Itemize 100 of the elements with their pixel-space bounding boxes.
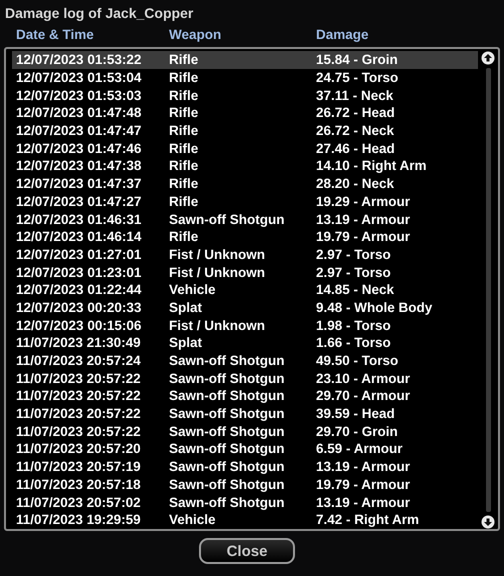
table-cell-text: 11/07/2023 20:57:22 xyxy=(16,370,142,386)
log-row[interactable]: 11/07/2023 20:57:18 Sawn-off Shotgun 19.79 - Armour xyxy=(12,476,478,494)
table-cell-text: 11/07/2023 20:57:24 xyxy=(16,353,142,368)
table-cell-text: 11/07/2023 20:57:02 xyxy=(16,494,142,510)
table-cell-text: 12/07/2023 01:47:47 xyxy=(16,123,142,138)
log-row[interactable]: 11/07/2023 19:29:59 Vehicle 7.42 - Right Arm xyxy=(12,510,478,529)
table-cell-text: 13.19 - Armour xyxy=(316,459,412,474)
table-cell-text: 37.11 - Neck xyxy=(316,88,394,103)
table-cell-text: 12/07/2023 01:47:37 xyxy=(16,176,142,192)
table-cell-text: 2.97 - Torso xyxy=(316,264,392,280)
log-row[interactable]: 12/07/2023 01:47:46 Rifle 27.46 - Head xyxy=(12,139,478,158)
table-cell-text: 9.48 - Whole Body xyxy=(316,300,434,315)
table-cell-text: Sawn-off Shotgun xyxy=(169,406,286,422)
table-cell-text: 13.19 - Armour xyxy=(316,494,412,510)
window-title: Damage log of Jack_Copper xyxy=(4,4,194,23)
log-row[interactable]: 12/07/2023 01:53:22 Rifle 15.84 - Groin xyxy=(12,51,478,69)
table-cell-text: Sawn-off Shotgun xyxy=(169,441,286,456)
log-row[interactable]: 11/07/2023 20:57:24 Sawn-off Shotgun 49.50 - Torso xyxy=(12,352,478,370)
table-cell-text: 11/07/2023 19:29:59 xyxy=(16,512,142,528)
table-cell-text: Rifle xyxy=(169,194,200,209)
close-button[interactable]: Close xyxy=(199,538,295,564)
table-cell-text: 12/07/2023 01:47:38 xyxy=(16,158,142,174)
table-cell-text: 1.98 - Torso xyxy=(316,318,392,333)
log-row[interactable]: 12/07/2023 01:53:03 Rifle 37.11 - Neck xyxy=(12,86,478,104)
table-cell-text: Rifle xyxy=(169,140,200,156)
table-cell-text: 29.70 - Groin xyxy=(316,424,399,439)
log-row[interactable]: 12/07/2023 00:20:33 Splat 9.48 - Whole Body xyxy=(12,298,478,316)
table-cell-text: Rifle xyxy=(169,176,200,192)
table-cell-text: 11/07/2023 20:57:19 xyxy=(16,459,142,474)
log-row[interactable]: 11/07/2023 20:57:22 Sawn-off Shotgun 23.10 - Armour xyxy=(12,369,478,388)
table-cell-text: Sawn-off Shotgun xyxy=(169,370,286,386)
scroll-down-icon[interactable] xyxy=(481,515,495,529)
table-cell-text: Sawn-off Shotgun xyxy=(169,353,286,368)
log-row[interactable]: 12/07/2023 01:23:01 Fist / Unknown 2.97 - Torso xyxy=(12,263,478,281)
table-cell-text: 11/07/2023 20:57:18 xyxy=(16,476,142,492)
log-row[interactable]: 12/07/2023 01:22:44 Vehicle 14.85 - Neck xyxy=(12,280,478,299)
log-row[interactable]: 11/07/2023 20:57:22 Sawn-off Shotgun 29.70 - Armour xyxy=(12,387,478,405)
table-cell-text: 12/07/2023 01:27:01 xyxy=(16,246,142,262)
table-cell-text: Fist / Unknown xyxy=(169,264,266,280)
log-row[interactable]: 11/07/2023 20:57:20 Sawn-off Shotgun 6.59 - Armour xyxy=(12,440,478,458)
log-row[interactable]: 12/07/2023 01:47:47 Rifle 26.72 - Neck xyxy=(12,122,478,140)
table-cell-text: Rifle xyxy=(169,123,200,138)
table-cell-text: 14.85 - Neck xyxy=(316,282,396,298)
log-row[interactable]: 12/07/2023 01:47:37 Rifle 28.20 - Neck xyxy=(12,174,478,192)
table-cell-text: Fist / Unknown xyxy=(169,318,266,333)
table-cell-text: Rifle xyxy=(169,70,200,86)
column-header: Date & Time xyxy=(16,27,95,44)
table-cell-text: 19.79 - Armour xyxy=(316,229,412,244)
table-cell-text: 6.59 - Armour xyxy=(316,441,404,456)
log-row[interactable]: 12/07/2023 01:47:38 Rifle 14.10 - Right Arm xyxy=(12,157,478,175)
log-row[interactable]: 12/07/2023 01:47:48 Rifle 26.72 - Head xyxy=(12,104,478,122)
log-row[interactable]: 11/07/2023 20:57:19 Sawn-off Shotgun 13.19 - Armour xyxy=(12,458,478,476)
table-cell-text: 1.66 - Torso xyxy=(316,335,392,350)
table-cell-text: Sawn-off Shotgun xyxy=(169,476,286,492)
table-cell-text: Sawn-off Shotgun xyxy=(169,424,286,439)
table-cell-text: 15.84 - Groin xyxy=(316,52,399,68)
log-row[interactable]: 12/07/2023 01:47:27 Rifle 19.29 - Armour xyxy=(12,192,478,210)
table-cell-text: 12/07/2023 01:22:44 xyxy=(16,282,142,298)
scroll-up-icon[interactable] xyxy=(481,51,495,65)
table-cell-text: 7.42 - Right Arm xyxy=(316,512,420,528)
table-cell-text: 11/07/2023 20:57:22 xyxy=(16,406,142,422)
log-row[interactable]: 11/07/2023 20:57:22 Sawn-off Shotgun 39.59 - Head xyxy=(12,404,478,422)
table-cell-text: Rifle xyxy=(169,105,200,120)
log-row[interactable]: 12/07/2023 01:46:31 Sawn-off Shotgun 13.19 - Armour xyxy=(12,210,478,228)
table-cell-text: Rifle xyxy=(169,52,200,68)
table-cell-text: 11/07/2023 21:30:49 xyxy=(16,335,142,350)
table-cell-text: 12/07/2023 01:47:46 xyxy=(16,140,142,156)
table-cell-text: 11/07/2023 20:57:20 xyxy=(16,441,142,456)
table-cell-text: Rifle xyxy=(169,88,200,103)
table-cell-text: 26.72 - Head xyxy=(316,105,396,120)
table-cell-text: 13.19 - Armour xyxy=(316,212,412,227)
table-cell-text: 12/07/2023 01:53:04 xyxy=(16,70,142,86)
log-row[interactable]: 12/07/2023 01:53:04 Rifle 24.75 - Torso xyxy=(12,68,478,86)
table-cell-text: 39.59 - Head xyxy=(316,406,396,422)
table-cell-text: 12/07/2023 01:46:31 xyxy=(16,212,142,227)
log-row[interactable]: 12/07/2023 01:46:14 Rifle 19.79 - Armour xyxy=(12,228,478,246)
table-cell-text: 24.75 - Torso xyxy=(316,70,400,86)
table-cell-text: 12/07/2023 00:20:33 xyxy=(16,300,142,315)
table-cell-text: 19.29 - Armour xyxy=(316,194,412,209)
scroll-track[interactable] xyxy=(486,68,490,512)
table-cell-text: 27.46 - Head xyxy=(316,140,396,156)
table-cell-text: Sawn-off Shotgun xyxy=(169,459,286,474)
column-header: Weapon xyxy=(169,27,222,44)
table-cell-text: 12/07/2023 01:53:03 xyxy=(16,88,142,103)
table-cell-text: Sawn-off Shotgun xyxy=(169,494,286,510)
table-cell-text: 14.10 - Right Arm xyxy=(316,158,428,174)
table-cell-text: 12/07/2023 00:15:06 xyxy=(16,318,142,333)
table-cell-text: 11/07/2023 20:57:22 xyxy=(16,424,142,439)
log-row[interactable]: 11/07/2023 20:57:02 Sawn-off Shotgun 13.19 - Armour xyxy=(12,493,478,511)
table-cell-text: Rifle xyxy=(169,158,200,174)
log-row[interactable]: 11/07/2023 21:30:49 Splat 1.66 - Torso xyxy=(12,334,478,352)
log-row[interactable]: 12/07/2023 01:27:01 Fist / Unknown 2.97 - Torso xyxy=(12,246,478,264)
table-cell-text: Sawn-off Shotgun xyxy=(169,388,286,404)
table-cell-text: 19.79 - Armour xyxy=(316,476,412,492)
log-row[interactable]: 12/07/2023 00:15:06 Fist / Unknown 1.98 - Torso xyxy=(12,316,478,334)
table-cell-text: 12/07/2023 01:23:01 xyxy=(16,264,142,280)
table-cell-text: Splat xyxy=(169,300,204,315)
table-cell-text: 12/07/2023 01:47:27 xyxy=(16,194,142,209)
log-row[interactable]: 11/07/2023 20:57:22 Sawn-off Shotgun 29.70 - Groin xyxy=(12,422,478,440)
table-cell-text: Sawn-off Shotgun xyxy=(169,212,286,227)
